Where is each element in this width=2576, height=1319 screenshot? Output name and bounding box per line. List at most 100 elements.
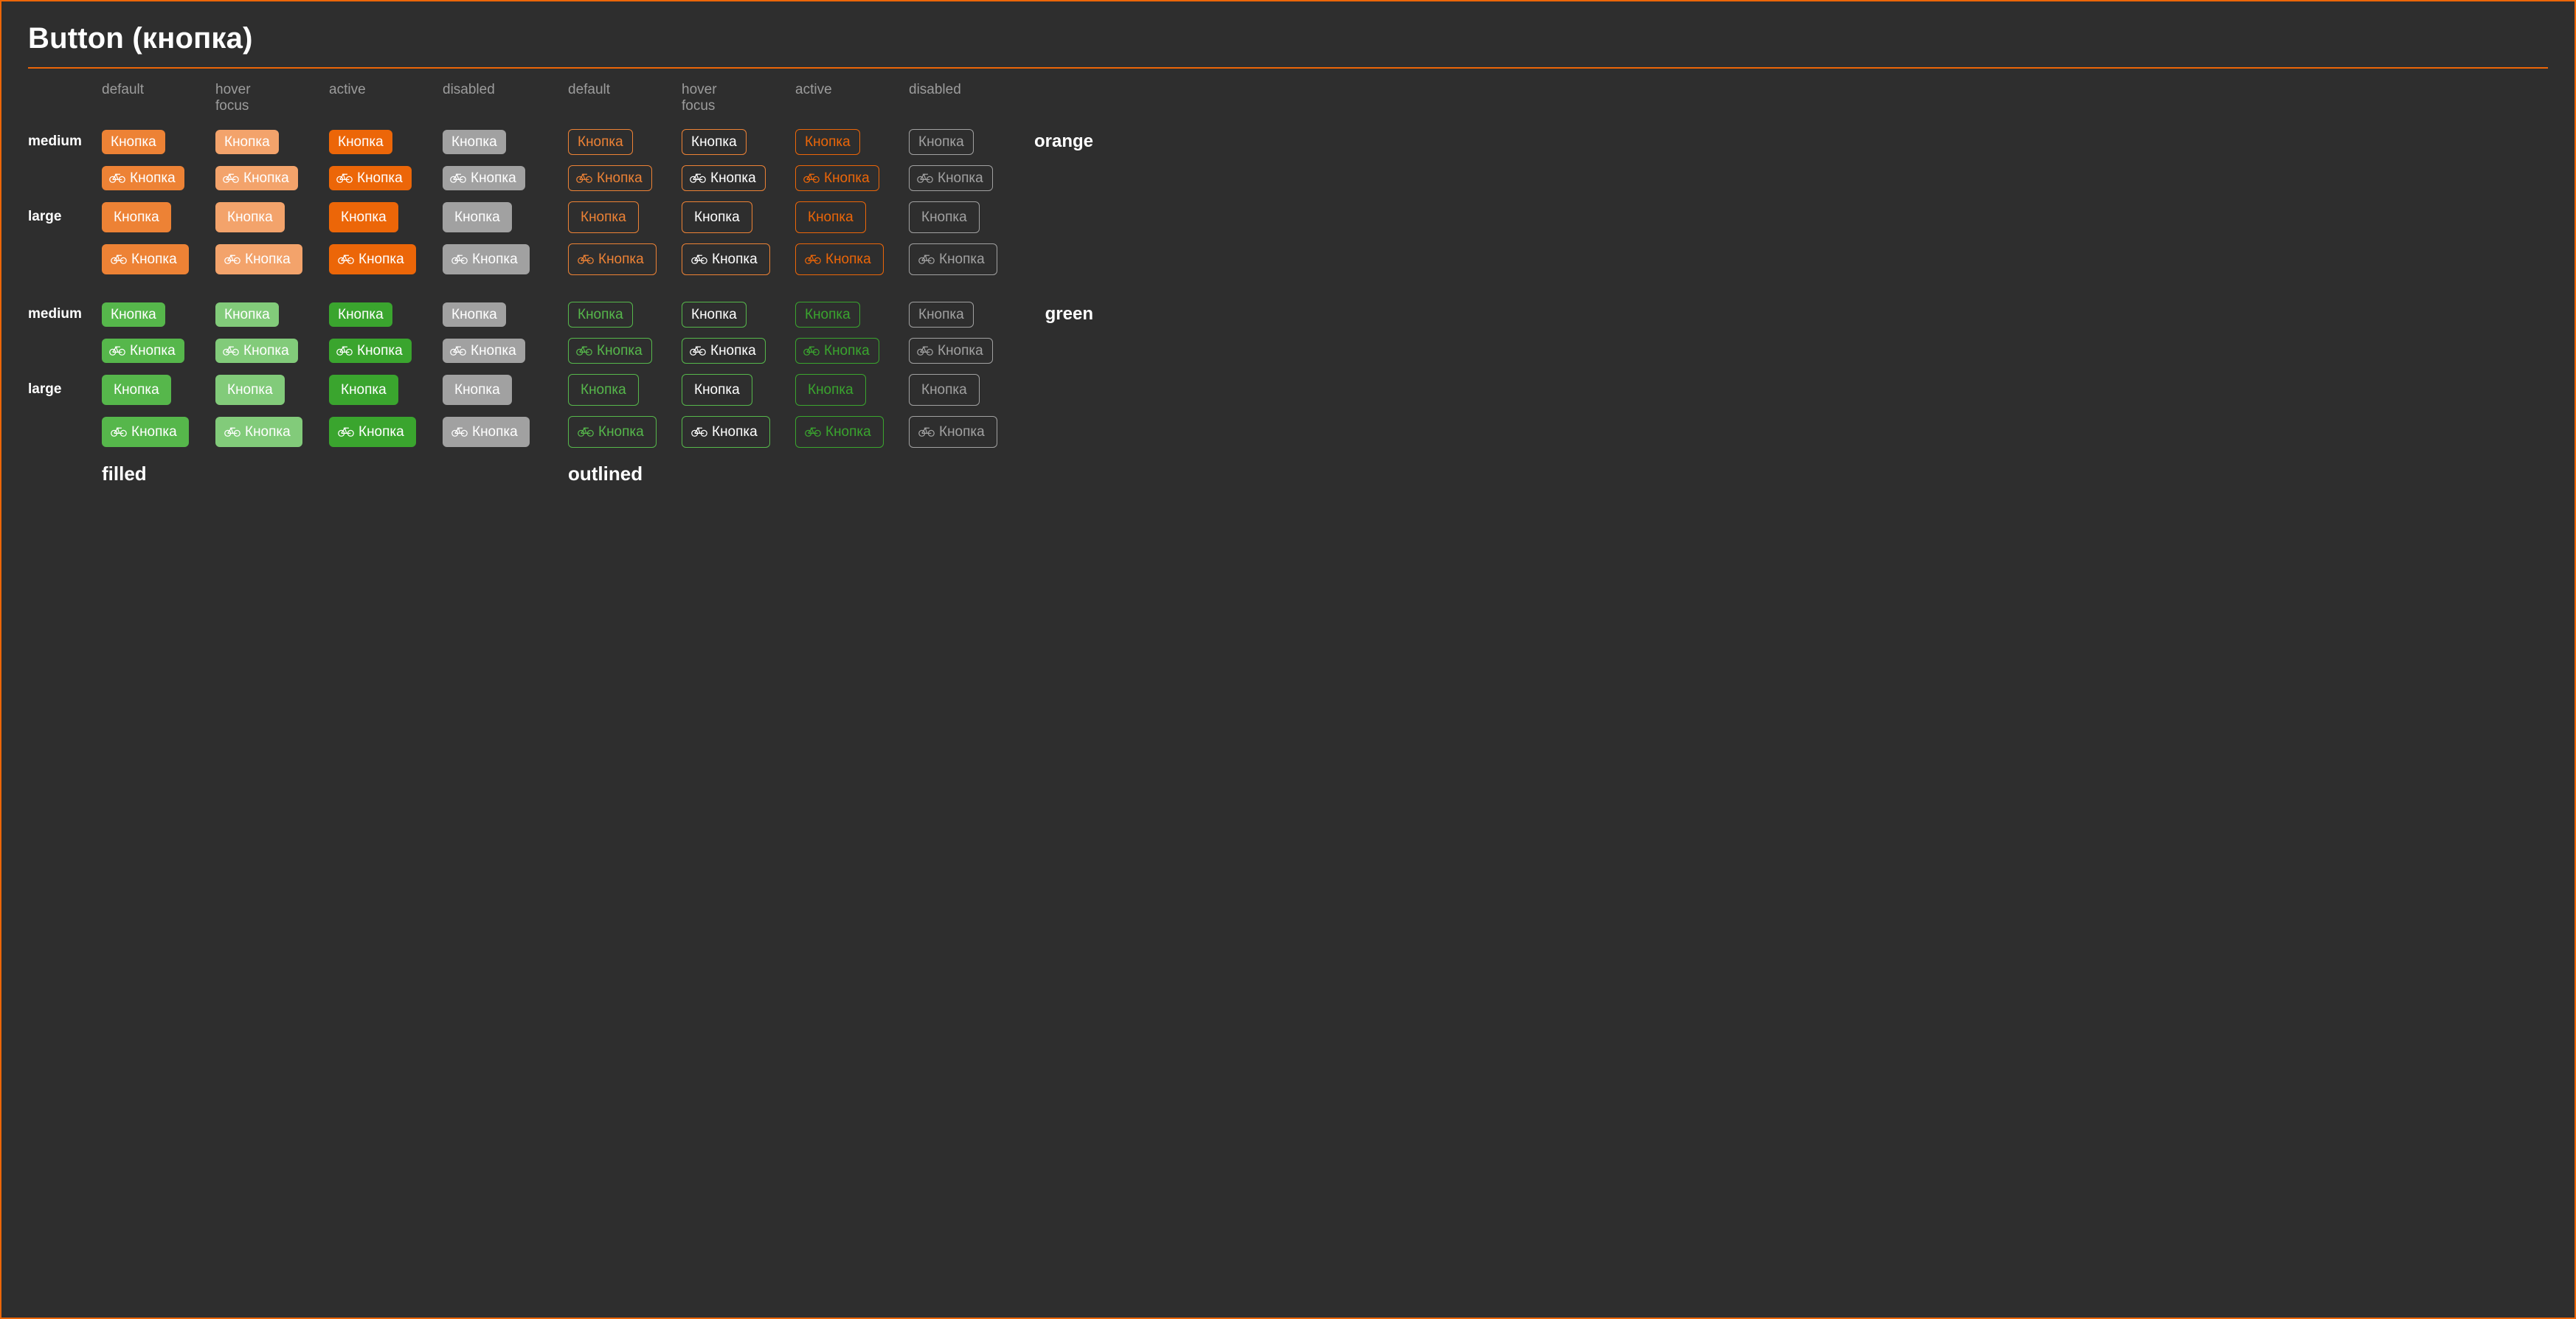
bicycle-icon: [109, 345, 125, 356]
filled-orange-default-large-icon-button[interactable]: Кнопка: [102, 244, 189, 274]
filled-green-default-medium-button[interactable]: Кнопка: [102, 302, 165, 327]
filled-orange-hover-medium-button[interactable]: Кнопка: [215, 130, 279, 154]
outlined-orange-disabled-large-icon-button: Кнопка: [909, 243, 997, 275]
outlined-orange-active-medium-button[interactable]: Кнопка: [795, 129, 860, 155]
outlined-green-disabled-large-icon-button: Кнопка: [909, 416, 997, 448]
filled-green-active-medium-icon-button[interactable]: Кнопка: [329, 339, 412, 363]
filled-green-hover-large-icon-button[interactable]: Кнопка: [215, 417, 302, 447]
color-header-orange: orange: [1022, 129, 1096, 155]
bicycle-icon: [691, 426, 707, 437]
filled-orange-disabled-large-button: Кнопка: [443, 202, 512, 232]
button-label: Кнопка: [227, 210, 273, 224]
bicycle-icon: [336, 345, 353, 356]
outlined-orange-hover-medium-icon-button[interactable]: Кнопка: [682, 165, 766, 191]
button-label: Кнопка: [227, 383, 273, 397]
outlined-green-hover-medium-button[interactable]: Кнопка: [682, 302, 747, 328]
button-label: Кнопка: [805, 308, 851, 322]
outlined-green-active-large-icon-button[interactable]: Кнопка: [795, 416, 884, 448]
outlined-green-disabled-medium-icon-button: Кнопка: [909, 338, 993, 364]
filled-orange-active-large-icon-button[interactable]: Кнопка: [329, 244, 416, 274]
outlined-green-default-large-button[interactable]: Кнопка: [568, 374, 639, 406]
button-label: Кнопка: [805, 135, 851, 149]
button-label: Кнопка: [471, 171, 516, 185]
button-label: Кнопка: [359, 425, 404, 439]
filled-green-default-medium-icon-button[interactable]: Кнопка: [102, 339, 184, 363]
button-label: Кнопка: [357, 171, 403, 185]
outlined-orange-hover-large-icon-button[interactable]: Кнопка: [682, 243, 770, 275]
outlined-green-hover-large-button[interactable]: Кнопка: [682, 374, 752, 406]
button-label: Кнопка: [921, 210, 967, 224]
button-label: Кнопка: [578, 135, 623, 149]
button-label: Кнопка: [114, 383, 159, 397]
variant-header-outlined: outlined: [568, 458, 682, 485]
filled-orange-disabled-large-icon-button: Кнопка: [443, 244, 530, 274]
filled-green-hover-large-button[interactable]: Кнопка: [215, 375, 285, 405]
page-title: Button (кнопка): [28, 22, 2548, 69]
filled-green-hover-medium-button[interactable]: Кнопка: [215, 302, 279, 327]
outlined-orange-disabled-medium-icon-button: Кнопка: [909, 165, 993, 191]
row-header-medium: medium: [28, 302, 102, 328]
button-label: Кнопка: [598, 252, 644, 266]
filled-green-active-large-icon-button[interactable]: Кнопка: [329, 417, 416, 447]
row-header-medium: medium: [28, 129, 102, 155]
filled-orange-default-medium-button[interactable]: Кнопка: [102, 130, 165, 154]
button-label: Кнопка: [808, 383, 854, 397]
button-label: Кнопка: [597, 171, 643, 185]
outlined-orange-active-large-icon-button[interactable]: Кнопка: [795, 243, 884, 275]
outlined-orange-default-large-icon-button[interactable]: Кнопка: [568, 243, 657, 275]
button-label: Кнопка: [581, 210, 626, 224]
filled-green-active-large-button[interactable]: Кнопка: [329, 375, 398, 405]
filled-orange-default-medium-icon-button[interactable]: Кнопка: [102, 166, 184, 190]
bicycle-icon: [450, 345, 466, 356]
button-label: Кнопка: [808, 210, 854, 224]
filled-green-default-large-icon-button[interactable]: Кнопка: [102, 417, 189, 447]
outlined-orange-hover-medium-button[interactable]: Кнопка: [682, 129, 747, 155]
button-label: Кнопка: [694, 210, 740, 224]
button-label: Кнопка: [710, 171, 756, 185]
bicycle-icon: [803, 345, 820, 356]
button-label: Кнопка: [938, 344, 983, 358]
button-label: Кнопка: [451, 135, 497, 149]
filled-orange-hover-medium-icon-button[interactable]: Кнопка: [215, 166, 298, 190]
filled-orange-active-medium-icon-button[interactable]: Кнопка: [329, 166, 412, 190]
bicycle-icon: [917, 172, 933, 184]
button-label: Кнопка: [472, 425, 518, 439]
bicycle-icon: [803, 172, 820, 184]
outlined-green-hover-large-icon-button[interactable]: Кнопка: [682, 416, 770, 448]
outlined-orange-active-medium-icon-button[interactable]: Кнопка: [795, 165, 879, 191]
button-label: Кнопка: [224, 308, 270, 322]
outlined-green-active-medium-button[interactable]: Кнопка: [795, 302, 860, 328]
column-header-active-2: active: [795, 80, 909, 119]
bicycle-icon: [576, 345, 592, 356]
outlined-green-active-medium-icon-button[interactable]: Кнопка: [795, 338, 879, 364]
filled-orange-default-large-button[interactable]: Кнопка: [102, 202, 171, 232]
outlined-green-default-medium-icon-button[interactable]: Кнопка: [568, 338, 652, 364]
outlined-green-disabled-large-button: Кнопка: [909, 374, 980, 406]
button-label: Кнопка: [357, 344, 403, 358]
outlined-green-active-large-button[interactable]: Кнопка: [795, 374, 866, 406]
outlined-orange-hover-large-button[interactable]: Кнопка: [682, 201, 752, 233]
filled-green-active-medium-button[interactable]: Кнопка: [329, 302, 392, 327]
outlined-orange-default-medium-button[interactable]: Кнопка: [568, 129, 633, 155]
button-label: Кнопка: [691, 308, 737, 322]
button-label: Кнопка: [939, 252, 985, 266]
bicycle-icon: [451, 426, 468, 437]
filled-orange-active-large-button[interactable]: Кнопка: [329, 202, 398, 232]
button-label: Кнопка: [451, 308, 497, 322]
outlined-green-default-medium-button[interactable]: Кнопка: [568, 302, 633, 328]
filled-green-hover-medium-icon-button[interactable]: Кнопка: [215, 339, 298, 363]
outlined-green-hover-medium-icon-button[interactable]: Кнопка: [682, 338, 766, 364]
bicycle-icon: [690, 172, 706, 184]
filled-orange-hover-large-icon-button[interactable]: Кнопка: [215, 244, 302, 274]
bicycle-icon: [576, 172, 592, 184]
outlined-orange-default-medium-icon-button[interactable]: Кнопка: [568, 165, 652, 191]
filled-green-default-large-button[interactable]: Кнопка: [102, 375, 171, 405]
button-label: Кнопка: [710, 344, 756, 358]
button-label: Кнопка: [694, 383, 740, 397]
outlined-green-disabled-medium-button: Кнопка: [909, 302, 974, 328]
filled-orange-hover-large-button[interactable]: Кнопка: [215, 202, 285, 232]
filled-orange-active-medium-button[interactable]: Кнопка: [329, 130, 392, 154]
outlined-orange-active-large-button[interactable]: Кнопка: [795, 201, 866, 233]
outlined-green-default-large-icon-button[interactable]: Кнопка: [568, 416, 657, 448]
outlined-orange-default-large-button[interactable]: Кнопка: [568, 201, 639, 233]
